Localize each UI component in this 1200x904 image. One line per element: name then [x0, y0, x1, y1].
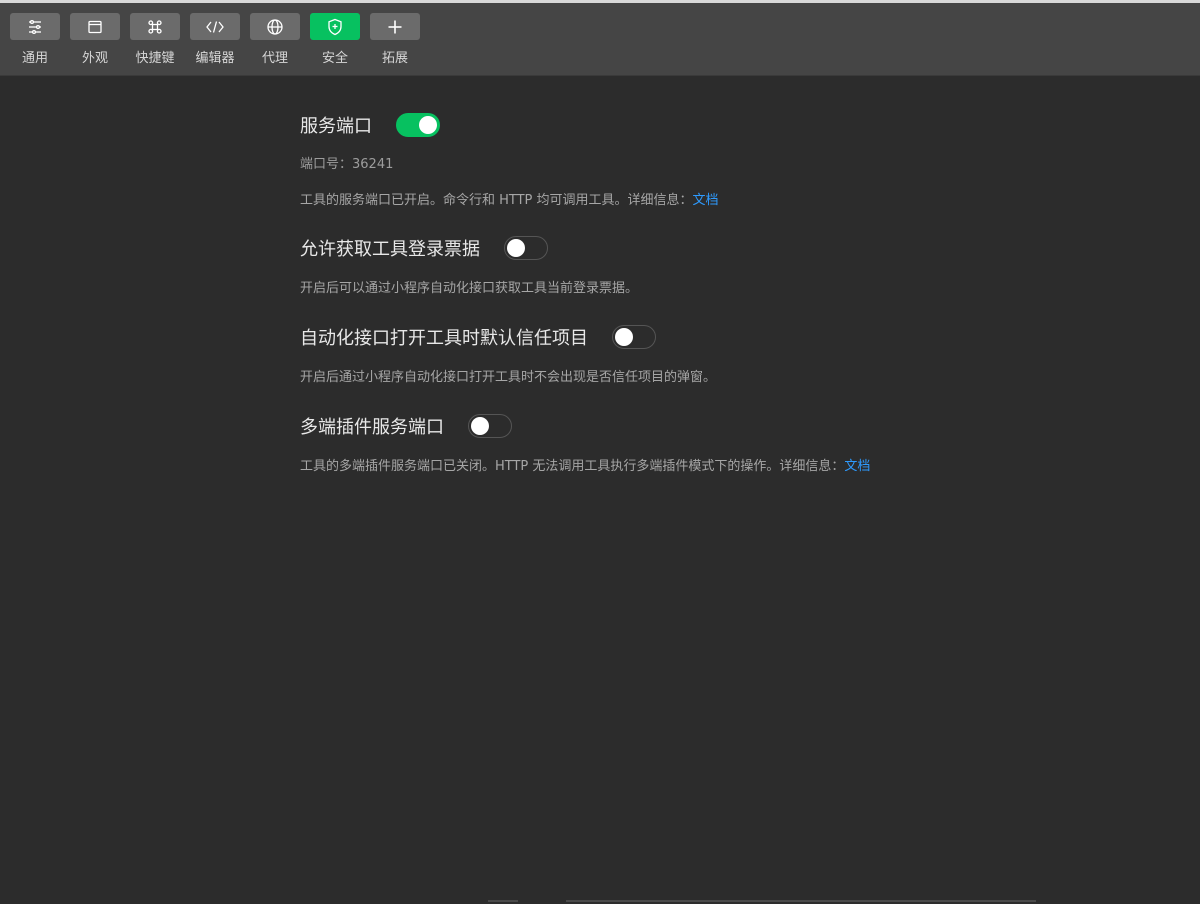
settings-toolbar: 通用 外观 快捷键 编辑器 代理 安全 拓展	[0, 3, 1200, 76]
tab-shortcuts[interactable]: 快捷键	[130, 13, 180, 69]
service-port-title: 服务端口	[300, 116, 372, 137]
tab-extensions[interactable]: 拓展	[370, 13, 420, 69]
service-port-toggle[interactable]	[396, 113, 440, 137]
trust-project-title: 自动化接口打开工具时默认信任项目	[300, 328, 588, 349]
multi-plugin-port-desc-text: 工具的多端插件服务端口已关闭。HTTP 无法调用工具执行多端插件模式下的操作。详…	[300, 459, 845, 474]
bottom-edge-mark	[488, 900, 518, 902]
trust-project-toggle[interactable]	[612, 325, 656, 349]
toggle-knob	[507, 239, 525, 257]
setting-service-port: 服务端口 端口号：36241 工具的服务端口已开启。命令行和 HTTP 均可调用…	[300, 111, 1160, 208]
multi-plugin-port-title: 多端插件服务端口	[300, 417, 444, 438]
multi-plugin-port-docs-link[interactable]: 文档	[844, 459, 870, 474]
service-port-number: 端口号：36241	[300, 157, 394, 172]
login-ticket-title: 允许获取工具登录票据	[300, 239, 480, 260]
tab-appearance-button[interactable]	[70, 13, 120, 40]
code-icon	[206, 20, 224, 33]
login-ticket-toggle[interactable]	[504, 236, 548, 260]
tab-editor-button[interactable]	[190, 13, 240, 40]
command-key-icon	[148, 19, 162, 34]
tab-security-button[interactable]	[310, 13, 360, 40]
tab-extensions-button[interactable]	[370, 13, 420, 40]
tab-appearance[interactable]: 外观	[70, 13, 120, 69]
toggle-knob	[615, 328, 633, 346]
toggle-knob	[471, 417, 489, 435]
multi-plugin-port-toggle[interactable]	[468, 414, 512, 438]
tab-general-button[interactable]	[10, 13, 60, 40]
bottom-edge-mark	[566, 900, 1036, 902]
tab-proxy-button[interactable]	[250, 13, 300, 40]
settings-window: 通用 外观 快捷键 编辑器 代理 安全 拓展 服务端口 端口号：36241 工具…	[0, 0, 1200, 904]
tab-editor[interactable]: 编辑器	[190, 13, 240, 69]
service-port-docs-link[interactable]: 文档	[693, 193, 719, 208]
trust-project-description: 开启后通过小程序自动化接口打开工具时不会出现是否信任项目的弹窗。	[300, 370, 717, 385]
tab-general[interactable]: 通用	[10, 13, 60, 69]
service-port-desc-text: 工具的服务端口已开启。命令行和 HTTP 均可调用工具。详细信息：	[300, 193, 693, 208]
setting-login-ticket: 允许获取工具登录票据 开启后可以通过小程序自动化接口获取工具当前登录票据。	[300, 234, 1160, 296]
tab-security[interactable]: 安全	[310, 13, 360, 69]
service-port-description: 工具的服务端口已开启。命令行和 HTTP 均可调用工具。详细信息：文档	[300, 189, 1160, 208]
login-ticket-description: 开启后可以通过小程序自动化接口获取工具当前登录票据。	[300, 281, 639, 296]
window-icon	[88, 20, 102, 33]
setting-multi-plugin-port: 多端插件服务端口 工具的多端插件服务端口已关闭。HTTP 无法调用工具执行多端插…	[300, 412, 1160, 474]
sliders-icon	[29, 19, 41, 34]
shield-icon	[328, 18, 342, 35]
tab-proxy[interactable]: 代理	[250, 13, 300, 69]
toggle-knob	[419, 116, 437, 134]
tab-shortcuts-button[interactable]	[130, 13, 180, 40]
tab-extensions-label: 拓展	[381, 51, 408, 66]
multi-plugin-port-description: 工具的多端插件服务端口已关闭。HTTP 无法调用工具执行多端插件模式下的操作。详…	[300, 455, 1160, 474]
plus-icon	[388, 20, 402, 33]
globe-icon	[267, 18, 283, 35]
setting-trust-project: 自动化接口打开工具时默认信任项目 开启后通过小程序自动化接口打开工具时不会出现是…	[300, 323, 1160, 385]
